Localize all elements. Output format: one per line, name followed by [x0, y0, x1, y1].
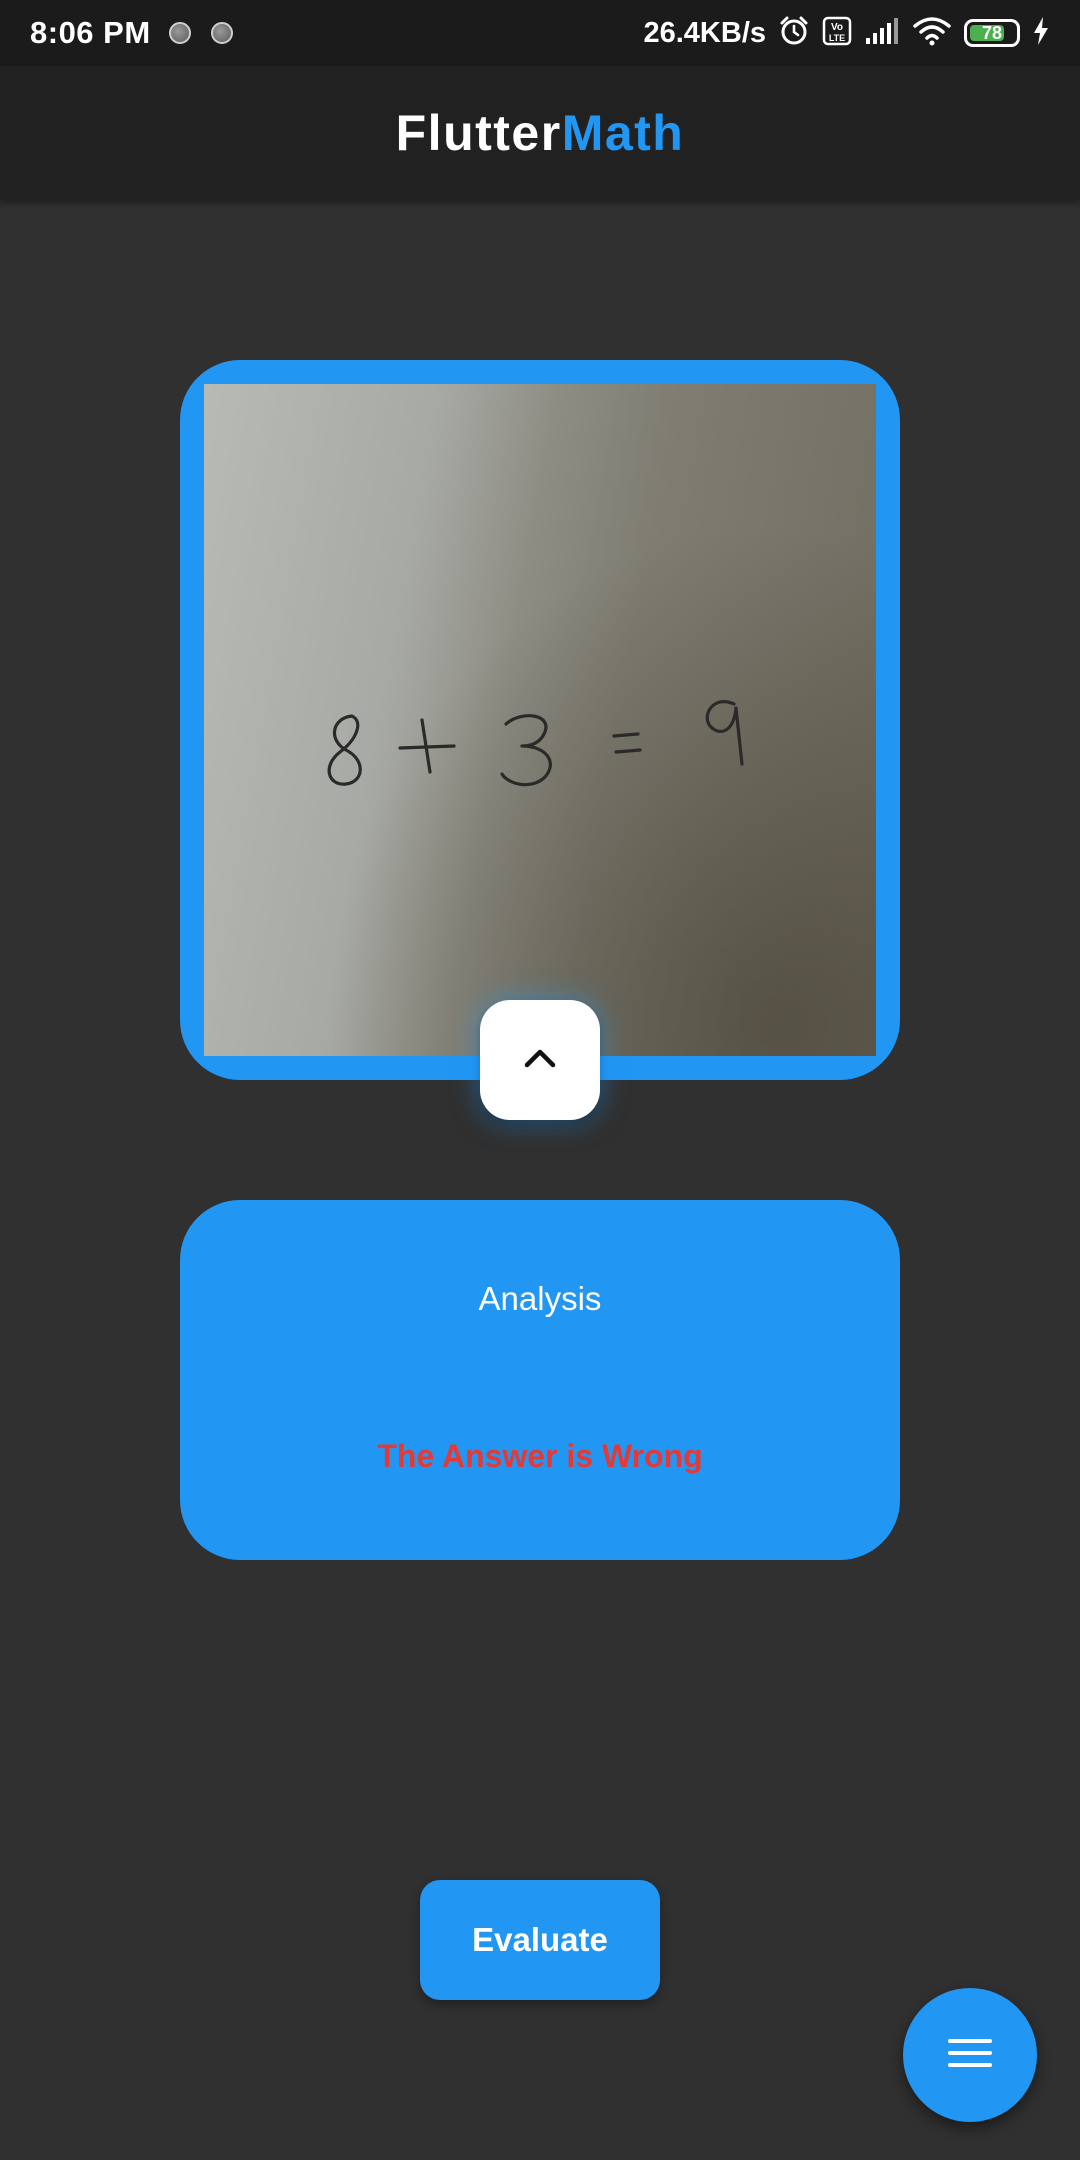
handwritten-equation-drawing — [327, 700, 744, 787]
status-time: 8:06 PM — [30, 15, 151, 50]
network-speed: 26.4KB/s — [643, 16, 766, 49]
analysis-card: Analysis The Answer is Wrong — [180, 1200, 900, 1560]
equation-photo — [204, 384, 876, 1056]
expand-button[interactable] — [480, 1000, 600, 1120]
app-title: FlutterMath — [396, 104, 685, 162]
battery-text: 78 — [981, 22, 1003, 43]
notification-icon — [168, 22, 191, 44]
svg-text:Vo: Vo — [831, 22, 843, 33]
status-indicators: 26.4KB/s Vo LTE 78 — [643, 15, 1050, 52]
menu-icon — [946, 2035, 994, 2076]
analysis-result: The Answer is Wrong — [377, 1438, 703, 1474]
alarm-icon — [778, 15, 810, 52]
image-card — [180, 360, 900, 1080]
status-bar: 8:06 PM 26.4KB/s Vo LTE 78 — [0, 0, 1080, 66]
evaluate-button[interactable]: Evaluate — [420, 1880, 660, 2000]
wifi-icon — [912, 16, 952, 51]
app-bar: FlutterMath — [0, 66, 1080, 200]
battery-icon: 78 — [964, 19, 1020, 47]
volte-icon: Vo LTE — [822, 16, 852, 51]
app-title-flutter: Flutter — [395, 105, 562, 161]
chevron-up-icon — [522, 1046, 558, 1075]
app-title-math: Math — [561, 105, 685, 161]
signal-icon — [864, 16, 900, 51]
menu-fab[interactable] — [903, 1988, 1037, 2122]
notification-icon — [210, 22, 233, 44]
charging-icon — [1032, 16, 1050, 51]
analysis-title: Analysis — [478, 1280, 602, 1317]
svg-text:LTE: LTE — [829, 33, 845, 43]
